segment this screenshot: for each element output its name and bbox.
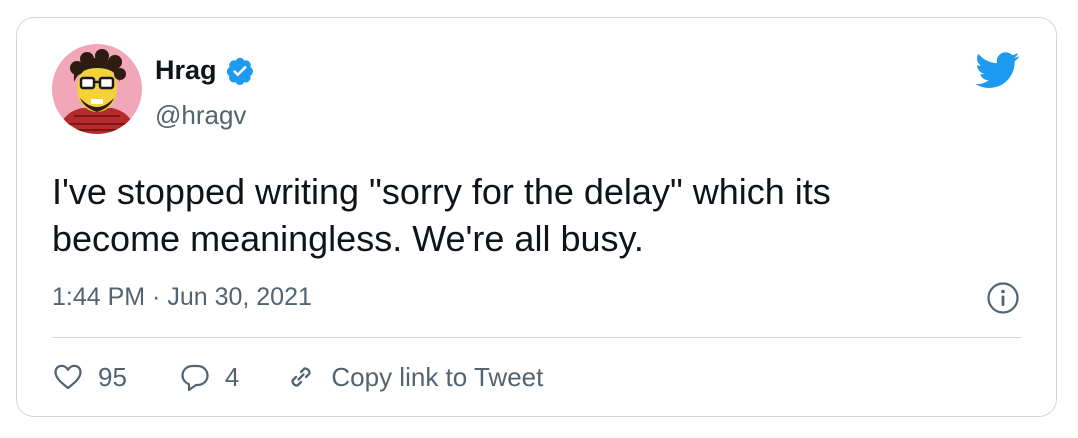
- heart-icon: [54, 364, 82, 390]
- reply-bubble-icon: [181, 364, 209, 392]
- copy-link-label: Copy link to Tweet: [331, 361, 544, 392]
- reply-button[interactable]: 4: [179, 361, 239, 393]
- action-bar: 95 4 Copy link to Tweet: [52, 361, 543, 393]
- avatar[interactable]: [52, 44, 142, 134]
- tweet-timestamp[interactable]: 1:44 PM · Jun 30, 2021: [52, 283, 312, 312]
- like-count: 95: [98, 361, 127, 392]
- twitter-bird-icon[interactable]: [976, 48, 1020, 92]
- tweet-text: I've stopped writing "sorry for the dela…: [52, 171, 831, 259]
- link-icon: [291, 367, 312, 387]
- verified-badge-icon: [226, 57, 253, 85]
- author-handle[interactable]: @hragv: [155, 100, 246, 131]
- info-icon[interactable]: [986, 281, 1020, 315]
- avatar-image: [52, 44, 142, 134]
- reply-count: 4: [224, 361, 240, 392]
- divider: [52, 337, 1021, 338]
- like-button[interactable]: 95: [52, 361, 127, 393]
- copy-link-button[interactable]: Copy link to Tweet: [285, 361, 543, 393]
- tweet-card: Hrag @hragv I've stopped writing "sorry …: [16, 17, 1057, 417]
- author-name[interactable]: Hrag: [155, 55, 217, 86]
- author-name-row: Hrag: [155, 55, 255, 86]
